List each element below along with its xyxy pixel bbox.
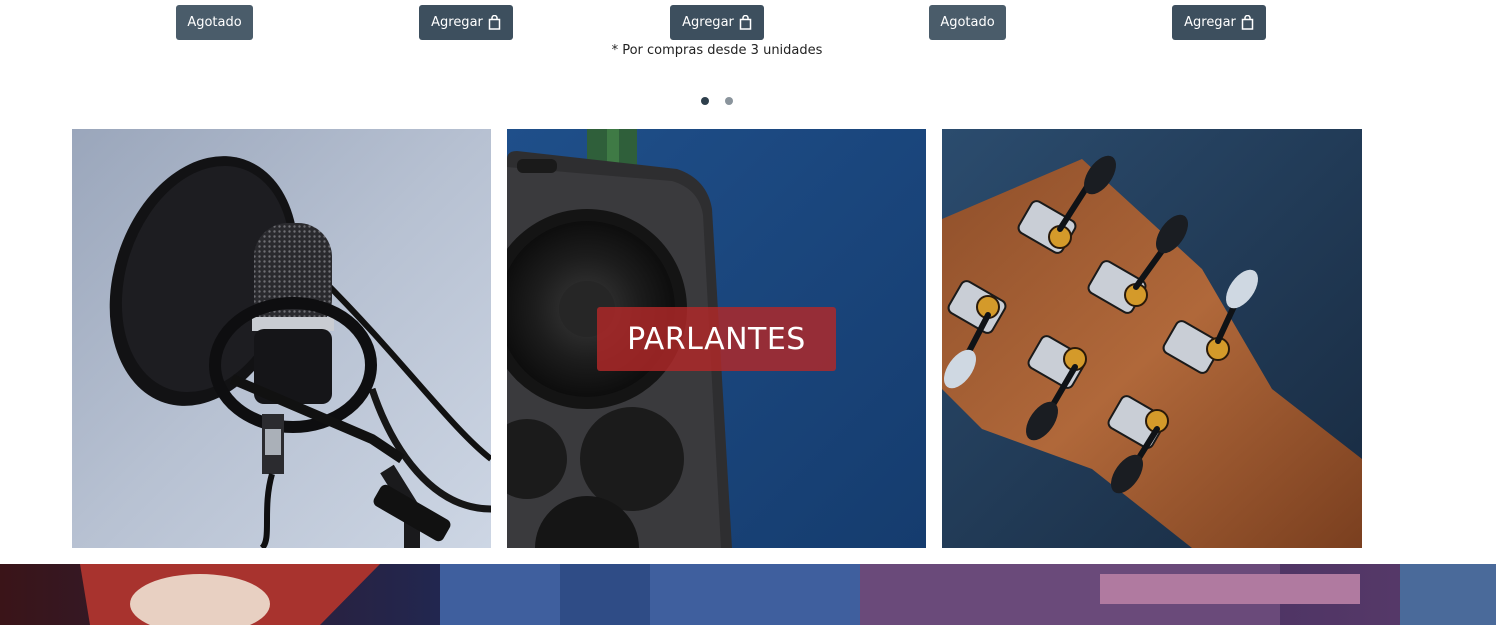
add-to-cart-button[interactable]: Agregar — [419, 5, 513, 40]
add-to-cart-button[interactable]: Agregar — [670, 5, 764, 40]
category-tile-speakers[interactable]: PARLANTES — [507, 129, 926, 548]
button-label: Agotado — [940, 15, 995, 30]
price-fragment — [176, 0, 186, 2]
button-label: Agregar — [682, 15, 734, 30]
sold-out-button[interactable]: Agotado — [929, 5, 1006, 40]
music-gear-banner-photo — [0, 564, 1496, 625]
price-fragment — [929, 0, 939, 2]
category-label[interactable]: PARLANTES — [597, 307, 836, 371]
add-to-cart-button[interactable]: Agregar — [1172, 5, 1266, 40]
bulk-purchase-note: * Por compras desde 3 unidades — [611, 43, 823, 58]
shopping-bag-icon — [739, 15, 752, 30]
button-label: Agregar — [431, 15, 483, 30]
price-fragment — [1172, 0, 1182, 2]
category-tile-guitars[interactable] — [942, 129, 1362, 548]
button-label: Agotado — [187, 15, 242, 30]
guitar-headstock-photo — [942, 129, 1362, 548]
carousel-dot-2[interactable] — [725, 97, 733, 105]
button-label: Agregar — [1184, 15, 1236, 30]
sold-out-button[interactable]: Agotado — [176, 5, 253, 40]
shopping-bag-icon — [1241, 15, 1254, 30]
price-fragment — [645, 0, 655, 2]
price-fragment — [395, 0, 405, 2]
microphone-photo — [72, 129, 491, 548]
carousel-dot-1[interactable] — [701, 97, 709, 105]
shopping-bag-icon — [488, 15, 501, 30]
banner-image — [0, 564, 1496, 625]
category-tile-microphones[interactable] — [72, 129, 491, 548]
